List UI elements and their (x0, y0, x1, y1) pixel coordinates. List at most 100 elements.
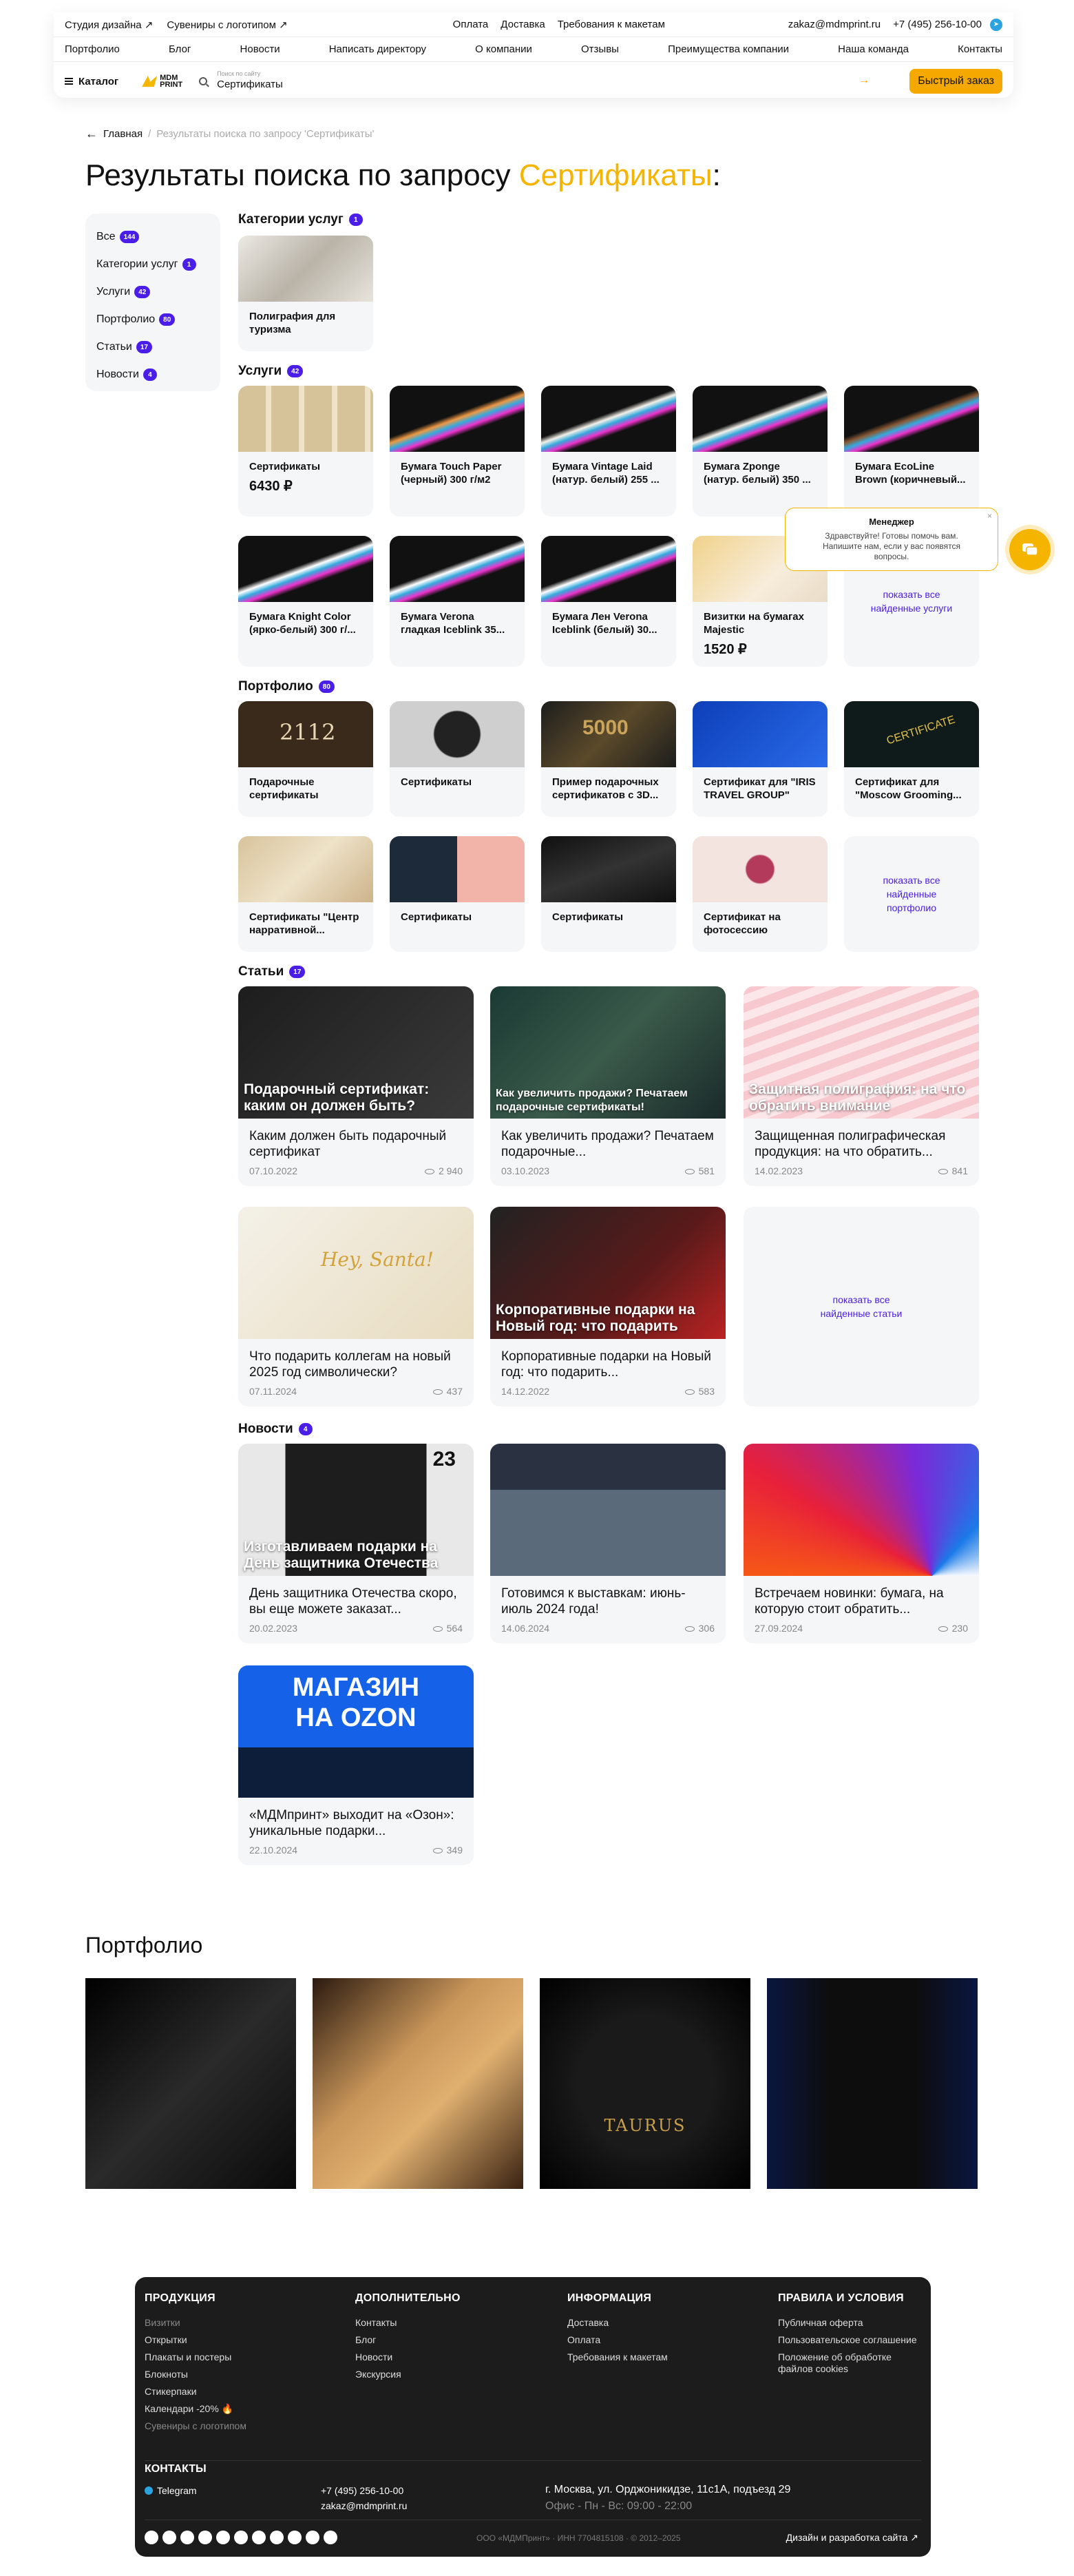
show-all-portfolio-link[interactable]: показать все найденные портфолио (844, 836, 979, 952)
card-price: 6430 ₽ (249, 479, 293, 494)
rutube-icon[interactable] (234, 2531, 248, 2544)
filter-categories[interactable]: Категории услуг 1 (96, 251, 209, 278)
developer-link[interactable]: Дизайн и разработка сайта ↗ (786, 2532, 918, 2544)
whatsapp-icon[interactable] (324, 2531, 337, 2544)
footer-link[interactable]: Блог (355, 2334, 548, 2351)
filter-all[interactable]: Все 144 (96, 223, 209, 251)
footer-link[interactable]: Требования к макетам (567, 2351, 760, 2369)
footer-link[interactable]: Пользовательское соглашение (778, 2334, 923, 2351)
show-all-articles-link[interactable]: показать все найденные статьи (744, 1207, 979, 1406)
portfolio-card[interactable]: CERTIFICATE Сертификат для "Moscow Groomi… (844, 701, 979, 817)
portfolio-gallery-item[interactable] (313, 1978, 523, 2189)
telegram-link[interactable]: Telegram (145, 2485, 197, 2496)
close-icon[interactable]: × (987, 511, 992, 521)
portfolio-gallery-item[interactable] (767, 1978, 978, 2189)
phone-link[interactable]: +7 (495) 256-10-00 (893, 19, 982, 30)
filter-news[interactable]: Новости 4 (96, 361, 209, 388)
service-card[interactable]: Бумага Knight Color (ярко-белый) 300 г/.… (238, 536, 373, 667)
footer-link[interactable]: Доставка (567, 2317, 760, 2334)
breadcrumb-home[interactable]: Главная (103, 128, 143, 140)
portfolio-card[interactable]: Сертификаты (390, 836, 525, 952)
portfolio-gallery-item[interactable]: TAURUS (540, 1978, 750, 2189)
category-card[interactable]: Полиграфия для туризма (238, 236, 373, 351)
email-link[interactable]: zakaz@mdmprint.ru (788, 19, 881, 30)
news-card[interactable]: Встречаем новинки: бумага, на которую ст… (744, 1444, 979, 1643)
pinterest-icon[interactable] (252, 2531, 266, 2544)
service-card[interactable]: Бумага Touch Paper (черный) 300 г/м2 (390, 386, 525, 517)
souvenirs-link[interactable]: Сувениры с логотипом ↗ (167, 19, 287, 31)
vk-icon[interactable] (162, 2531, 176, 2544)
footer-link[interactable]: Стикерпаки (145, 2386, 337, 2403)
nav-item[interactable]: Отзывы (581, 43, 619, 55)
footer-email[interactable]: zakaz@mdmprint.ru (321, 2500, 407, 2511)
arrow-right-icon[interactable]: → (859, 74, 870, 87)
catalog-button[interactable]: Каталог (65, 76, 118, 87)
telegram-icon[interactable] (145, 2531, 158, 2544)
portfolio-card[interactable]: Сертификаты "Центр нарративной... (238, 836, 373, 952)
chat-button[interactable] (1009, 529, 1051, 570)
article-card[interactable]: Hey, Santa! Что подарить коллегам на новы… (238, 1207, 474, 1406)
footer-link[interactable]: Блокноты (145, 2369, 337, 2386)
footer-link[interactable]: Плакаты и постеры (145, 2351, 337, 2369)
delivery-link[interactable]: Доставка (501, 19, 545, 30)
news-card[interactable]: 23 Изготавливаем подарки на День защитник… (238, 1444, 474, 1643)
footer-link[interactable]: Сувениры с логотипом (145, 2420, 337, 2438)
nav-item[interactable]: Написать директору (329, 43, 426, 55)
filter-services[interactable]: Услуги 42 (96, 278, 209, 306)
service-card[interactable]: Бумага Лен Verona Iceblink (белый) 30... (541, 536, 676, 667)
footer-link[interactable]: Визитки (145, 2317, 337, 2334)
portfolio-gallery-item[interactable] (85, 1978, 296, 2189)
youtube-icon[interactable] (198, 2531, 212, 2544)
news-card[interactable]: МАГАЗИН НА OZON «МДМпринт» выходит на «Озо… (238, 1665, 474, 1865)
tiktok-icon[interactable] (288, 2531, 302, 2544)
filter-articles[interactable]: Статьи 17 (96, 333, 209, 361)
quick-order-button[interactable]: Быстрый заказ (909, 69, 1002, 94)
article-card[interactable]: Подарочный сертификат: каким он должен б… (238, 986, 474, 1186)
logo[interactable]: MDM PRINT (142, 74, 182, 89)
nav-item[interactable]: Преимущества компании (668, 43, 789, 55)
instagram-icon[interactable] (180, 2531, 194, 2544)
footer-link[interactable]: Экскурсия (355, 2369, 548, 2386)
portfolio-card[interactable]: Сертификаты (541, 836, 676, 952)
service-card[interactable]: Бумага EcoLine Brown (коричневый... (844, 386, 979, 517)
news-card[interactable]: Готовимся к выставкам: июнь-июль 2024 го… (490, 1444, 726, 1643)
payment-link[interactable]: Оплата (453, 19, 489, 30)
footer-link[interactable]: Контакты (355, 2317, 548, 2334)
nav-item[interactable]: Наша команда (838, 43, 909, 55)
telegram-icon[interactable]: ➤ (990, 18, 1002, 31)
article-card[interactable]: Как увеличить продажи? Печатаем подарочн… (490, 986, 726, 1186)
requirements-link[interactable]: Требования к макетам (558, 19, 665, 30)
service-card[interactable]: Бумага Vintage Laid (натур. белый) 255 .… (541, 386, 676, 517)
portfolio-card[interactable]: Сертификаты (390, 701, 525, 817)
footer-link[interactable]: Публичная оферта (778, 2317, 923, 2334)
nav-item[interactable]: Блог (169, 43, 191, 55)
nav-item[interactable]: Новости (240, 43, 280, 55)
nav-item[interactable]: О компании (475, 43, 532, 55)
dzen-icon[interactable] (270, 2531, 284, 2544)
nav-item[interactable]: Контакты (958, 43, 1002, 55)
design-studio-link[interactable]: Студия дизайна ↗ (65, 19, 153, 31)
count-badge: 1 (182, 258, 196, 271)
nav-item[interactable]: Портфолио (65, 43, 120, 55)
filter-portfolio[interactable]: Портфолио 80 (96, 306, 209, 333)
service-card[interactable]: Бумага Zponge (натур. белый) 350 ... (693, 386, 828, 517)
search-input[interactable]: Поиск по сайту Сертификаты → (199, 69, 874, 94)
back-arrow-icon[interactable]: ← (85, 127, 98, 141)
article-card[interactable]: Корпоративные подарки на Новый год: что … (490, 1207, 726, 1406)
footer-link[interactable]: Оплата (567, 2334, 760, 2351)
footer-link[interactable]: Новости (355, 2351, 548, 2369)
service-card[interactable]: Сертификаты 6430 ₽ (238, 386, 373, 517)
article-card[interactable]: Защитная полиграфия: на что обратить вни… (744, 986, 979, 1186)
portfolio-card[interactable]: Сертификат для "IRIS TRAVEL GROUP" (693, 701, 828, 817)
footer-link[interactable]: Положение об обработке файлов cookies (778, 2351, 923, 2375)
portfolio-card[interactable]: 5000 Пример подарочных сертификатов с 3D.… (541, 701, 676, 817)
card-title: Бумага Лен Verona Iceblink (белый) 30... (552, 611, 657, 636)
service-card[interactable]: Бумага Verona гладкая Iceblink 35... (390, 536, 525, 667)
footer-link[interactable]: Календари -20% 🔥 (145, 2403, 337, 2420)
portfolio-card[interactable]: Сертификат на фотосессию (693, 836, 828, 952)
ok-icon[interactable] (216, 2531, 230, 2544)
footer-phone[interactable]: +7 (495) 256-10-00 (321, 2485, 403, 2496)
portfolio-card[interactable]: 2112 Подарочные сертификаты (238, 701, 373, 817)
footer-link[interactable]: Открытки (145, 2334, 337, 2351)
behance-icon[interactable] (306, 2531, 319, 2544)
